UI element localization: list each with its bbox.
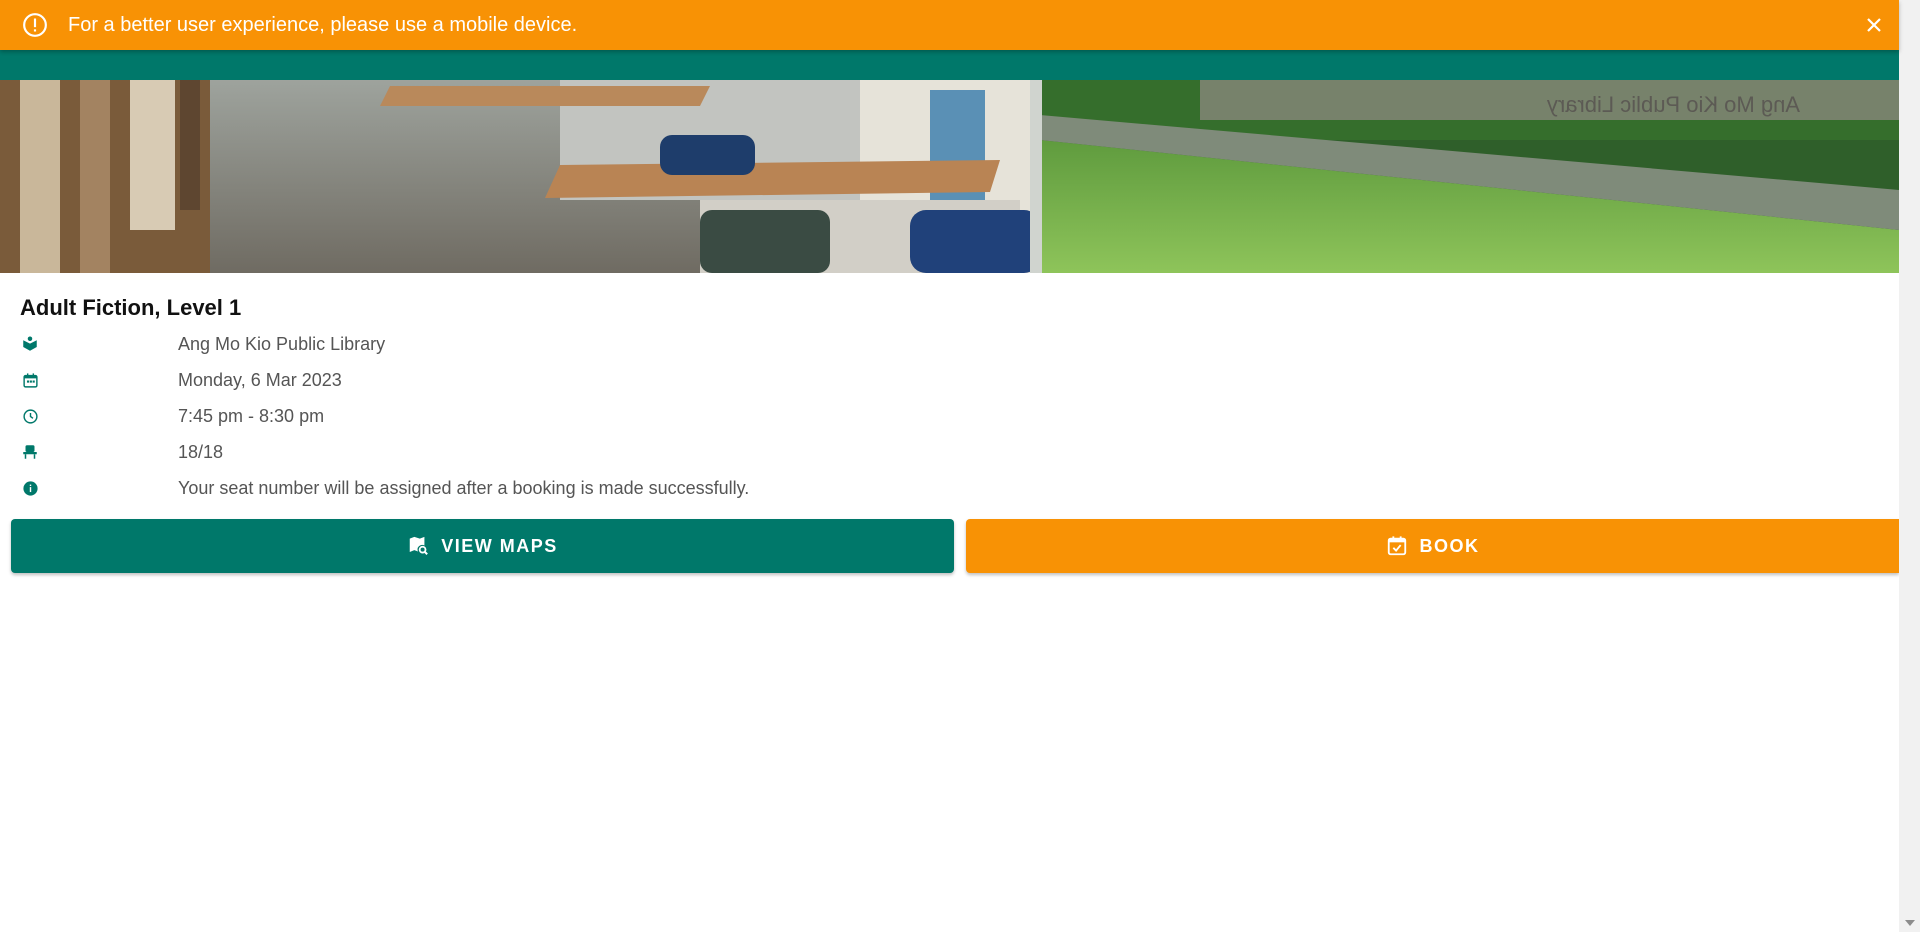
book-label: BOOK — [1419, 535, 1480, 556]
detail-time: 7:45 pm - 8:30 pm — [20, 402, 1020, 430]
map-search-icon — [407, 535, 429, 557]
detail-info: Your seat number will be assigned after … — [20, 474, 1020, 502]
info-icon — [20, 478, 40, 498]
area-title: Adult Fiction, Level 1 — [20, 295, 242, 320]
detail-library-value: Ang Mo Kio Public Library — [178, 333, 386, 354]
detail-time-value: 7:45 pm - 8:30 pm — [178, 405, 325, 426]
seat-icon — [20, 442, 40, 462]
alert-circle-icon — [22, 12, 48, 38]
scroll-down-arrow-icon[interactable] — [1905, 920, 1915, 926]
calendar-icon — [20, 370, 40, 390]
library-book-icon — [20, 334, 40, 354]
vertical-scrollbar[interactable] — [1899, 0, 1920, 932]
notification-banner: For a better user experience, please use… — [0, 0, 1899, 50]
calendar-check-icon — [1386, 535, 1408, 557]
detail-info-value: Your seat number will be assigned after … — [178, 477, 750, 498]
banner-message: For a better user experience, please use… — [68, 13, 578, 36]
view-maps-label: VIEW MAPS — [441, 535, 558, 556]
detail-seats-value: 18/18 — [178, 441, 224, 462]
area-photo: Ang Mo Kio Public Library — [0, 80, 1899, 273]
book-button[interactable]: BOOK — [966, 519, 1899, 573]
clock-icon — [20, 406, 40, 426]
detail-library: Ang Mo Kio Public Library — [20, 330, 1020, 358]
close-icon[interactable] — [1861, 12, 1887, 38]
view-maps-button[interactable]: VIEW MAPS — [11, 519, 954, 573]
detail-date-value: Monday, 6 Mar 2023 — [178, 369, 342, 390]
detail-date: Monday, 6 Mar 2023 — [20, 366, 1020, 394]
detail-seats: 18/18 — [20, 438, 1020, 466]
hero-sign-text: Ang Mo Kio Public Library — [1547, 92, 1800, 117]
